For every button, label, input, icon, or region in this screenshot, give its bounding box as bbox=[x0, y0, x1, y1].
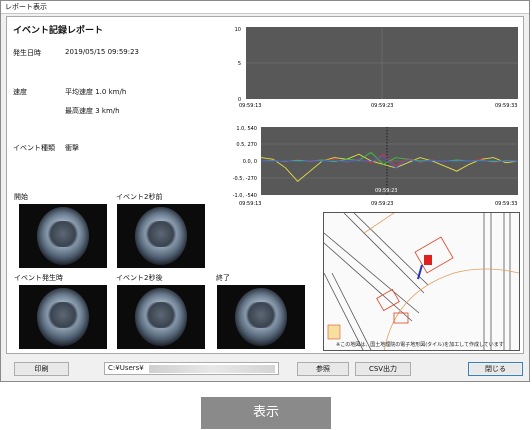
map-roads bbox=[324, 213, 511, 350]
fisheye-view bbox=[235, 288, 287, 346]
window-title: レポート表示 bbox=[1, 1, 529, 14]
map-buildings bbox=[376, 236, 454, 324]
fisheye-view bbox=[135, 288, 187, 346]
camera-start-label: 開始 bbox=[14, 193, 28, 201]
camera-end-image[interactable] bbox=[217, 285, 305, 349]
accel-xtick: 09:59:13 bbox=[239, 201, 261, 207]
camera-after-image[interactable] bbox=[117, 285, 205, 349]
csv-export-button[interactable]: CSV出力 bbox=[355, 362, 411, 376]
camera-before-label: イベント2秒前 bbox=[116, 193, 163, 201]
accel-ytick: 0.5, 270 bbox=[236, 142, 257, 148]
report-panel: イベント記録レポート 発生日時 2019/05/15 09:59:23 速度 平… bbox=[6, 16, 524, 354]
speed-xtick: 09:59:13 bbox=[239, 103, 261, 109]
fisheye-view bbox=[135, 207, 187, 265]
save-path-field[interactable]: C:¥Users¥ bbox=[104, 362, 279, 375]
camera-end-label: 終了 bbox=[216, 274, 230, 282]
date-value: 2019/05/15 09:59:23 bbox=[65, 48, 140, 56]
map-contours bbox=[363, 213, 519, 350]
accel-ytick: -1.0, -540 bbox=[233, 193, 257, 199]
speed-label: 速度 bbox=[13, 88, 27, 96]
map-vehicle-marker bbox=[424, 255, 432, 265]
max-speed-value: 最高速度 3 km/h bbox=[65, 107, 120, 115]
accel-ytick: 1.0, 540 bbox=[236, 126, 257, 132]
camera-after-label: イベント2秒後 bbox=[116, 274, 163, 282]
display-button[interactable]: 表示 bbox=[201, 397, 331, 429]
date-label: 発生日時 bbox=[13, 49, 41, 57]
camera-start-image[interactable] bbox=[19, 204, 107, 268]
close-button[interactable]: 閉じる bbox=[468, 362, 523, 376]
event-cursor-label: 09:59:23 bbox=[375, 188, 397, 194]
redacted-path bbox=[149, 365, 275, 373]
save-path-value: C:¥Users¥ bbox=[108, 364, 144, 372]
print-button[interactable]: 印刷 bbox=[14, 362, 69, 376]
speed-ytick: 10 bbox=[235, 27, 241, 33]
speed-ytick: 5 bbox=[238, 61, 241, 67]
event-type-label: イベント種類 bbox=[13, 144, 55, 152]
browse-button[interactable]: 参照 bbox=[297, 362, 349, 376]
accel-ytick: -0.5, -270 bbox=[233, 176, 257, 182]
camera-event-label: イベント発生時 bbox=[14, 274, 63, 282]
accel-xtick: 09:59:23 bbox=[371, 201, 393, 207]
location-map[interactable]: ※この地図は、国土地理院の電子地形図(タイル)を加工して作成しています bbox=[323, 212, 520, 351]
report-title: イベント記録レポート bbox=[13, 26, 104, 36]
speed-chart: 10 5 0 09:59:13 09:59:23 09:59:33 bbox=[235, 27, 518, 109]
map-legend-stamp bbox=[327, 324, 341, 340]
event-type-value: 衝撃 bbox=[65, 144, 79, 152]
camera-before-image[interactable] bbox=[117, 204, 205, 268]
report-window: レポート表示 イベント記録レポート 発生日時 2019/05/15 09:59:… bbox=[0, 0, 530, 382]
fisheye-view bbox=[37, 288, 89, 346]
acceleration-chart: 09:59:23 1.0, 540 0.5, 270 0.0, 0 -0.5, … bbox=[233, 126, 519, 207]
map-attribution: ※この地図は、国土地理院の電子地形図(タイル)を加工して作成しています bbox=[336, 342, 504, 348]
fisheye-view bbox=[37, 207, 89, 265]
speed-xtick: 09:59:33 bbox=[495, 103, 517, 109]
speed-xtick: 09:59:23 bbox=[371, 103, 393, 109]
camera-event-image[interactable] bbox=[19, 285, 107, 349]
avg-speed-value: 平均速度 1.0 km/h bbox=[65, 88, 127, 96]
accel-xtick: 09:59:33 bbox=[495, 201, 517, 207]
accel-ytick: 0.0, 0 bbox=[243, 159, 257, 165]
map-drawing bbox=[324, 213, 519, 350]
